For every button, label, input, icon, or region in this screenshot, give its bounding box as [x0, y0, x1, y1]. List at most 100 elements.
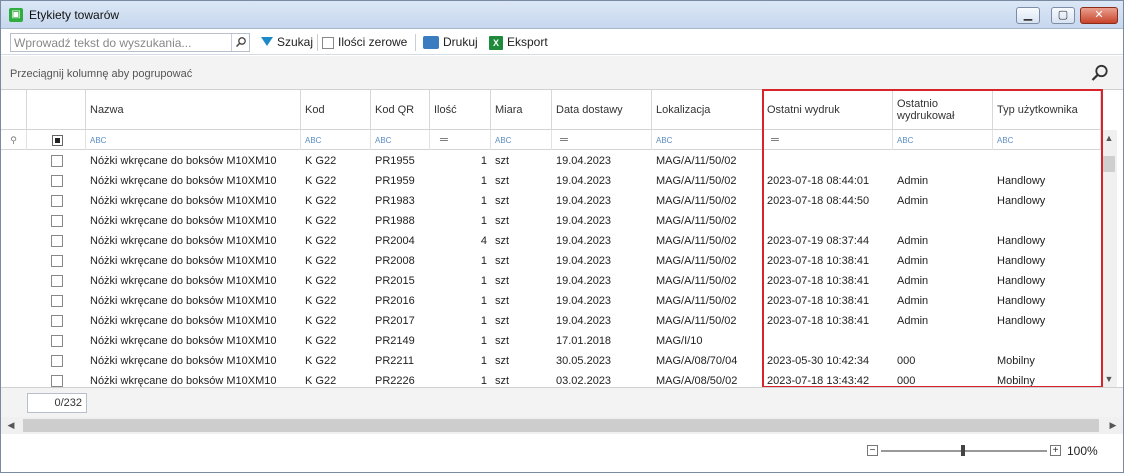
search-input[interactable] — [11, 34, 231, 51]
app-window: ▣ Etykiety towarów ▁ ▢ ✕ Szukaj Ilości z… — [0, 0, 1124, 473]
row-checkbox[interactable] — [51, 315, 63, 327]
column-header-miara[interactable]: Miara — [491, 90, 552, 130]
cell-miara: szt — [495, 335, 510, 347]
export-button[interactable]: X Eksport — [489, 34, 548, 51]
column-header-ilosc[interactable]: Ilość — [430, 90, 491, 130]
cell-kod: K G22 — [305, 295, 337, 307]
table-row[interactable]: Nóżki wkręcane do boksów M10XM10 K G22 PR1… — [1, 211, 1101, 231]
cell-nazwa: Nóżki wkręcane do boksów M10XM10 — [90, 275, 277, 287]
cell-ilosc: 1 — [480, 275, 487, 287]
scroll-left-icon[interactable]: ◀ — [3, 417, 19, 434]
filter-miara[interactable]: ABC — [491, 130, 552, 150]
column-header-kod-qr[interactable]: Kod QR — [371, 90, 430, 130]
cell-lokalizacja: MAG/I/10 — [656, 335, 703, 347]
close-button[interactable]: ✕ — [1080, 7, 1118, 24]
column-header-nazwa[interactable]: Nazwa — [86, 90, 301, 130]
horizontal-scrollbar[interactable]: ◀ ▶ — [1, 417, 1123, 434]
row-checkbox[interactable] — [51, 215, 63, 227]
cell-lokalizacja: MAG/A/11/50/02 — [656, 235, 737, 247]
filter-ostatnio-wydrukowal[interactable]: ABC — [893, 130, 993, 150]
cell-ostatnio-wydrukowal: Admin — [897, 315, 929, 327]
search-box — [10, 33, 250, 52]
table-row[interactable]: Nóżki wkręcane do boksów M10XM10 K G22 PR2… — [1, 311, 1101, 331]
filter-kod-qr[interactable]: ABC — [371, 130, 430, 150]
column-header-lokalizacja[interactable]: Lokalizacja — [652, 90, 763, 130]
filter-ostatni-wydruk[interactable]: ═ — [763, 130, 893, 150]
table-row[interactable]: Nóżki wkręcane do boksów M10XM10 K G22 PR2… — [1, 231, 1101, 251]
cell-miara: szt — [495, 295, 510, 307]
column-header-ostatnio-wydrukowal[interactable]: Ostatnio wydrukował — [893, 90, 993, 130]
search-button[interactable]: Szukaj — [261, 34, 313, 51]
table-row[interactable]: Nóżki wkręcane do boksów M10XM10 K G22 PR2… — [1, 371, 1101, 387]
cell-data-dostawy: 03.02.2023 — [556, 375, 612, 387]
row-checkbox[interactable] — [51, 155, 63, 167]
cell-miara: szt — [495, 375, 510, 387]
filter-data-dostawy[interactable]: ═ — [552, 130, 652, 150]
filter-ilosc[interactable]: ═ — [430, 130, 491, 150]
row-checkbox[interactable] — [51, 195, 63, 207]
zoom-level: 100% — [1067, 444, 1098, 458]
table-row[interactable]: Nóżki wkręcane do boksów M10XM10 K G22 PR2… — [1, 271, 1101, 291]
cell-lokalizacja: MAG/A/11/50/02 — [656, 175, 737, 187]
cell-typ-uzytkownika: Handlowy — [997, 195, 1046, 207]
vertical-scroll-thumb[interactable] — [1103, 156, 1115, 172]
row-checkbox[interactable] — [51, 335, 63, 347]
cell-ilosc: 1 — [480, 155, 487, 167]
search-icon[interactable] — [231, 34, 249, 51]
table-row[interactable]: Nóżki wkręcane do boksów M10XM10 K G22 PR2… — [1, 351, 1101, 371]
row-checkbox[interactable] — [51, 255, 63, 267]
scroll-up-icon[interactable]: ▲ — [1101, 130, 1117, 146]
filter-typ-uzytkownika[interactable]: ABC — [993, 130, 1101, 150]
cell-ostatnio-wydrukowal — [893, 211, 993, 231]
maximize-button[interactable]: ▢ — [1051, 7, 1075, 24]
row-checkbox[interactable] — [51, 355, 63, 367]
table-row[interactable]: Nóżki wkręcane do boksów M10XM10 K G22 PR2… — [1, 331, 1101, 351]
cell-miara: szt — [495, 275, 510, 287]
table-row[interactable]: Nóżki wkręcane do boksów M10XM10 K G22 PR1… — [1, 151, 1101, 171]
cell-typ-uzytkownika: Handlowy — [997, 175, 1046, 187]
find-icon[interactable] — [1091, 64, 1109, 82]
cell-ostatnio-wydrukowal: Admin — [897, 195, 929, 207]
minimize-button[interactable]: ▁ — [1016, 7, 1040, 24]
zoom-out-button[interactable]: − — [867, 445, 878, 456]
scroll-right-icon[interactable]: ▶ — [1105, 417, 1121, 434]
zoom-slider-thumb[interactable] — [961, 445, 965, 456]
row-checkbox[interactable] — [51, 375, 63, 387]
table-row[interactable]: Nóżki wkręcane do boksów M10XM10 K G22 PR1… — [1, 171, 1101, 191]
cell-ostatni-wydruk — [763, 211, 893, 231]
horizontal-scroll-thumb[interactable] — [23, 419, 1099, 432]
print-button[interactable]: Drukuj — [423, 34, 478, 51]
zero-quantities-checkbox[interactable] — [322, 36, 334, 49]
cell-data-dostawy: 19.04.2023 — [556, 255, 612, 267]
filter-nazwa[interactable]: ABC — [86, 130, 301, 150]
column-header-typ-uzytkownika[interactable]: Typ użytkownika — [993, 90, 1101, 130]
row-checkbox[interactable] — [51, 175, 63, 187]
cell-kod-qr: PR1988 — [375, 215, 415, 227]
column-header-kod[interactable]: Kod — [301, 90, 371, 130]
table-row[interactable]: Nóżki wkręcane do boksów M10XM10 K G22 PR2… — [1, 291, 1101, 311]
select-all-checkbox[interactable] — [52, 135, 63, 147]
cell-kod-qr: PR1983 — [375, 195, 415, 207]
cell-kod-qr: PR1955 — [375, 155, 415, 167]
column-header-data-dostawy[interactable]: Data dostawy — [552, 90, 652, 130]
column-header-ostatni-wydruk[interactable]: Ostatni wydruk — [763, 90, 893, 130]
scroll-down-icon[interactable]: ▼ — [1101, 371, 1117, 387]
cell-ostatnio-wydrukowal: Admin — [897, 255, 929, 267]
cell-typ-uzytkownika: Mobilny — [997, 375, 1035, 387]
row-checkbox[interactable] — [51, 235, 63, 247]
vertical-scrollbar[interactable]: ▲ ▼ — [1101, 130, 1117, 387]
zero-quantities-toggle[interactable]: Ilości zerowe — [322, 34, 407, 51]
cell-ostatni-wydruk: 2023-07-18 13:43:42 — [767, 375, 870, 387]
filter-kod[interactable]: ABC — [301, 130, 371, 150]
cell-typ-uzytkownika: Handlowy — [997, 235, 1046, 247]
cell-lokalizacja: MAG/A/11/50/02 — [656, 295, 737, 307]
zoom-in-button[interactable]: + — [1050, 445, 1061, 456]
table-row[interactable]: Nóżki wkręcane do boksów M10XM10 K G22 PR1… — [1, 191, 1101, 211]
table-row[interactable]: Nóżki wkręcane do boksów M10XM10 K G22 PR2… — [1, 251, 1101, 271]
row-checkbox[interactable] — [51, 275, 63, 287]
grid-header: Nazwa Kod Kod QR Ilość Miara Data dostaw… — [1, 90, 1101, 130]
cell-kod-qr: PR2015 — [375, 275, 415, 287]
filter-lokalizacja[interactable]: ABC — [652, 130, 763, 150]
row-checkbox[interactable] — [51, 295, 63, 307]
group-by-panel[interactable]: Przeciągnij kolumnę aby pogrupować — [1, 56, 1123, 90]
